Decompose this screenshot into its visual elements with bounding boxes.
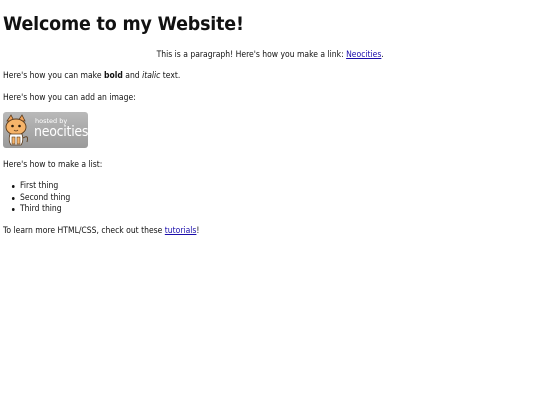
formatting-text: Here's how you can make: [3, 71, 104, 81]
outro-paragraph: To learn more HTML/CSS, check out these …: [3, 226, 199, 237]
list-item: Second thing: [11, 193, 70, 205]
list-item: First thing: [11, 181, 70, 193]
logo-label-big: neocities: [34, 124, 88, 140]
formatting-text: text.: [160, 71, 181, 81]
list-item: Third thing: [11, 204, 70, 216]
outro-text: To learn more HTML/CSS, check out these: [3, 226, 165, 236]
formatting-paragraph: Here's how you can make bold and italic …: [3, 71, 180, 82]
page-title: Welcome to my Website!: [3, 13, 244, 35]
hosted-by-neocities-image: hosted by neocities: [3, 112, 88, 148]
image-intro-paragraph: Here's how you can add an image:: [3, 93, 136, 103]
italic-text: italic: [142, 71, 161, 81]
list-intro-paragraph: Here's how to make a list:: [3, 160, 103, 170]
intro-paragraph: This is a paragraph! Here's how you make…: [3, 50, 537, 61]
tutorials-link[interactable]: tutorials: [165, 226, 197, 236]
neocities-link[interactable]: Neocities: [346, 50, 381, 60]
bold-text: bold: [103, 71, 123, 81]
intro-text: This is a paragraph! Here's how you make…: [156, 50, 346, 60]
intro-text-end: .: [381, 50, 384, 60]
thing-list: First thing Second thing Third thing: [11, 181, 77, 216]
outro-text-end: !: [196, 226, 200, 236]
formatting-text: and: [122, 71, 143, 81]
